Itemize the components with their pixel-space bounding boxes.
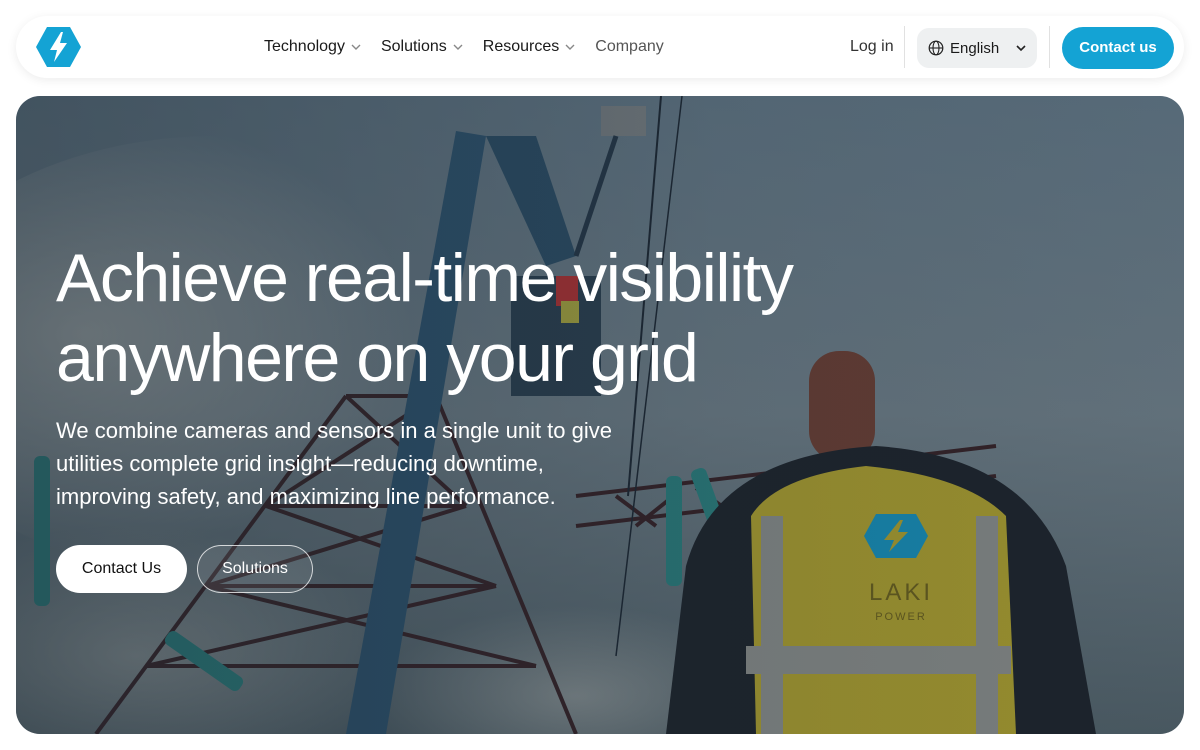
- svg-text:LAKI: LAKI: [869, 579, 933, 606]
- contact-us-button[interactable]: Contact us: [1062, 27, 1174, 69]
- hero-headline: Achieve real-time visibility anywhere on…: [56, 238, 816, 398]
- top-navigation: Technology Solutions Resources Company L…: [16, 16, 1184, 78]
- chevron-down-icon: [565, 44, 575, 50]
- menu-item-solutions[interactable]: Solutions: [381, 38, 463, 56]
- solutions-button[interactable]: Solutions: [197, 545, 313, 593]
- contact-us-hero-button[interactable]: Contact Us: [56, 545, 187, 593]
- chevron-down-icon: [1016, 45, 1026, 52]
- menu-item-label: Technology: [264, 38, 345, 55]
- hero-section: Achieve real-time visibility anywhere on…: [16, 96, 1184, 734]
- chevron-down-icon: [453, 44, 463, 50]
- language-select[interactable]: English: [917, 28, 1037, 68]
- lightning-hexagon-icon[interactable]: [36, 27, 81, 67]
- svg-text:POWER: POWER: [875, 611, 927, 623]
- menu-item-label: Solutions: [380, 38, 447, 55]
- hero-headline-line-2: anywhere on your grid: [56, 320, 699, 396]
- menu-item-label: Resources: [482, 38, 560, 55]
- menu-item-company[interactable]: Company: [595, 38, 663, 56]
- nav-divider: [904, 26, 905, 68]
- hero-description: We combine cameras and sensors in a sing…: [56, 418, 612, 509]
- globe-icon: [928, 40, 944, 56]
- language-value: English: [950, 39, 1000, 57]
- menu-item-technology[interactable]: Technology: [264, 38, 361, 56]
- vest-logo-text: LAKI POWER: [869, 579, 933, 623]
- menu-item-label: Company: [595, 38, 664, 55]
- menu-item-resources[interactable]: Resources: [483, 38, 575, 56]
- nav-divider: [1049, 26, 1050, 68]
- hero-headline-line-1: Achieve real-time visibility: [56, 240, 794, 316]
- chevron-down-icon: [351, 44, 361, 50]
- main-menu: Technology Solutions Resources Company: [264, 16, 684, 78]
- login-link[interactable]: Log in: [850, 16, 894, 78]
